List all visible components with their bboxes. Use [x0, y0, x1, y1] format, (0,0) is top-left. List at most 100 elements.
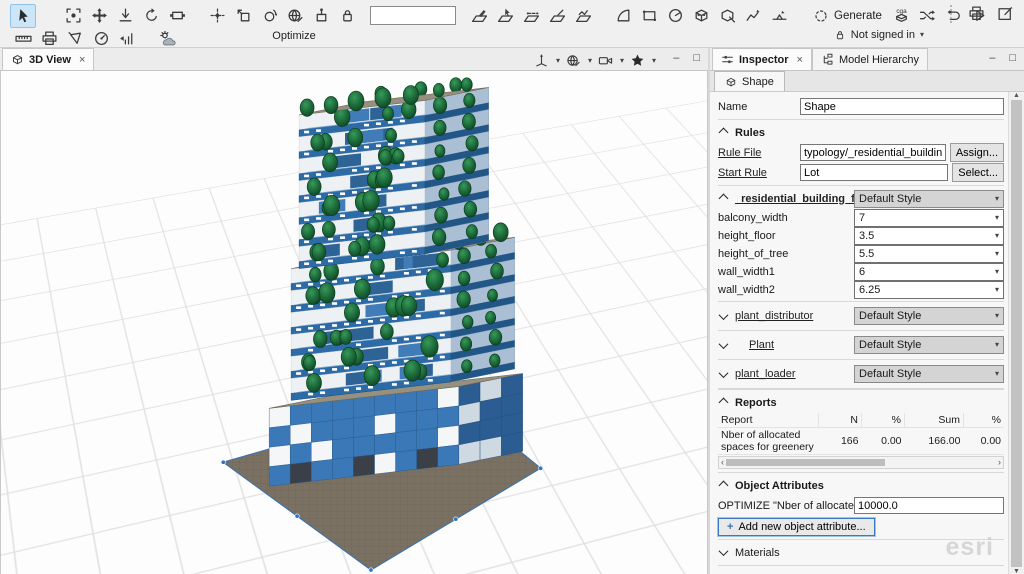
attribute-value-dropdown[interactable]: 6 ▾	[854, 262, 1004, 281]
select-button[interactable]: Select...	[952, 163, 1004, 182]
draw-circle-button[interactable]	[662, 4, 688, 28]
scroll-right-icon[interactable]: ›	[996, 458, 1003, 467]
push-pull-up-button[interactable]	[740, 4, 766, 28]
attribute-value-dropdown[interactable]: 3.5 ▾	[854, 226, 1004, 245]
vertices-section-header[interactable]: Vertices	[718, 569, 1004, 574]
texture-shapes-button[interactable]	[544, 4, 570, 28]
chevron-down-icon[interactable]: ▾	[556, 56, 560, 65]
rule-section-link[interactable]: plant_distributor	[735, 310, 854, 322]
move-tool-button[interactable]	[86, 4, 112, 28]
minimize-button[interactable]: –	[989, 52, 995, 64]
align-to-terrain-button[interactable]	[112, 4, 138, 28]
draw-street-button[interactable]	[466, 4, 492, 28]
scroll-down-icon[interactable]: ▼	[1013, 568, 1020, 574]
object-attributes-header[interactable]: Object Attributes	[718, 476, 1004, 495]
lock-tool-button[interactable]	[334, 4, 360, 28]
style-dropdown[interactable]: Default Style ▾	[854, 365, 1004, 383]
new-window-button[interactable]	[992, 4, 1018, 23]
building-model[interactable]	[1, 71, 707, 574]
assign-button[interactable]: Assign...	[949, 143, 1004, 162]
rule-file-link[interactable]: Rule File	[718, 147, 800, 159]
rule-section-link[interactable]: Plant	[735, 339, 854, 351]
rotate-tool-button[interactable]	[138, 4, 164, 28]
attribute-value-dropdown[interactable]: 7 ▾	[854, 208, 1004, 227]
reports-hscrollbar[interactable]: ‹ ›	[718, 456, 1004, 469]
close-icon[interactable]: ×	[79, 54, 85, 66]
style-dropdown[interactable]: Default Style ▾	[854, 336, 1004, 354]
scroll-up-icon[interactable]: ▲	[1013, 92, 1020, 99]
tab-shape[interactable]: Shape	[714, 71, 785, 91]
tab-model-hierarchy[interactable]: Model Hierarchy	[811, 48, 929, 70]
frame-select-button[interactable]	[60, 4, 86, 28]
offset-shapes-button[interactable]	[518, 4, 544, 28]
scroll-left-icon[interactable]: ‹	[719, 458, 726, 467]
section-tool-button[interactable]	[36, 29, 62, 48]
start-rule-input[interactable]	[800, 164, 949, 181]
rotate-object-button[interactable]	[256, 4, 282, 28]
toolbar-drag-handle[interactable]	[950, 4, 956, 23]
chevron-down-icon[interactable]	[718, 338, 729, 349]
chevron-down-icon[interactable]	[718, 309, 729, 320]
inspector-scrollbar[interactable]: ▲ ▼	[1008, 92, 1024, 574]
main-rule-section-link[interactable]: _residential_building_for_optim	[735, 193, 854, 205]
ruler-icon	[15, 30, 32, 47]
lighting-settings-button[interactable]	[154, 29, 180, 48]
chevron-down-icon[interactable]: ▾	[620, 56, 624, 65]
main-style-dropdown[interactable]: Default Style ▾	[854, 189, 1004, 208]
print-layout-button[interactable]	[963, 4, 989, 23]
texture-model-button[interactable]	[688, 4, 714, 28]
paint-model-button[interactable]	[714, 4, 740, 28]
chevron-down-icon[interactable]: ▾	[588, 56, 592, 65]
optimize-attribute-input[interactable]	[854, 497, 1004, 514]
analytics-button[interactable]	[114, 29, 140, 48]
rule-file-input[interactable]	[800, 144, 946, 161]
navigation-mode-button[interactable]	[529, 51, 555, 70]
maximize-button[interactable]: □	[693, 52, 700, 64]
rule-section-link[interactable]: plant_loader	[735, 368, 854, 380]
update-seed-button[interactable]	[915, 4, 941, 28]
main-rule-section-row: _residential_building_for_optim Default …	[718, 189, 1004, 208]
name-input[interactable]	[800, 98, 1004, 115]
georeference-button[interactable]	[282, 4, 308, 28]
rules-section-header[interactable]: Rules	[718, 123, 1004, 142]
add-object-attribute-button[interactable]: + Add new object attribute...	[717, 517, 876, 537]
scale-tool-button[interactable]	[164, 4, 190, 28]
draw-rectangle-button[interactable]	[636, 4, 662, 28]
start-rule-link[interactable]: Start Rule	[718, 167, 800, 179]
move-object-button[interactable]	[230, 4, 256, 28]
draw-arc-button[interactable]	[610, 4, 636, 28]
chevron-up-icon[interactable]	[718, 193, 729, 204]
vscroll-thumb[interactable]	[1011, 100, 1022, 567]
view-cone-button[interactable]	[62, 29, 88, 48]
tab-3d-view[interactable]: 3D View ×	[2, 48, 95, 70]
measure-tool-button[interactable]	[10, 29, 36, 48]
reports-section-header[interactable]: Reports	[718, 393, 1004, 412]
chevron-down-icon[interactable]	[718, 367, 729, 378]
gizmo-toggle-button[interactable]	[204, 4, 230, 28]
chevron-down-icon[interactable]: ▾	[652, 56, 656, 65]
tab-inspector[interactable]: Inspector ×	[712, 48, 812, 70]
generate-button[interactable]: Generate	[806, 4, 889, 28]
cga-editor-button[interactable]	[889, 4, 915, 28]
materials-section-header[interactable]: Materials	[718, 543, 1004, 562]
minimize-button[interactable]: –	[673, 52, 679, 64]
camera-button[interactable]	[593, 51, 619, 70]
maximize-button[interactable]: □	[1009, 52, 1016, 64]
toolbar-search-input[interactable]	[370, 6, 456, 25]
viewport-3d[interactable]	[0, 71, 708, 574]
select-tool-button[interactable]	[10, 3, 36, 28]
style-dropdown[interactable]: Default Style ▾	[854, 307, 1004, 325]
anchor-object-button[interactable]	[308, 4, 334, 28]
sign-in-status[interactable]: Not signed in ▾	[834, 29, 924, 41]
push-pull-flat-button[interactable]	[766, 4, 792, 28]
bookmarks-button[interactable]	[625, 51, 651, 70]
render-settings-button[interactable]	[561, 51, 587, 70]
align-terrain-button[interactable]	[570, 4, 596, 28]
attribute-value-dropdown[interactable]: 5.5 ▾	[854, 244, 1004, 263]
edit-street-button[interactable]	[492, 4, 518, 28]
hscroll-thumb[interactable]	[726, 459, 886, 466]
close-icon[interactable]: ×	[797, 54, 803, 66]
attribute-value-dropdown[interactable]: 6.25 ▾	[854, 280, 1004, 299]
dashboard-button[interactable]	[88, 29, 114, 48]
chevron-up-icon	[718, 127, 729, 138]
